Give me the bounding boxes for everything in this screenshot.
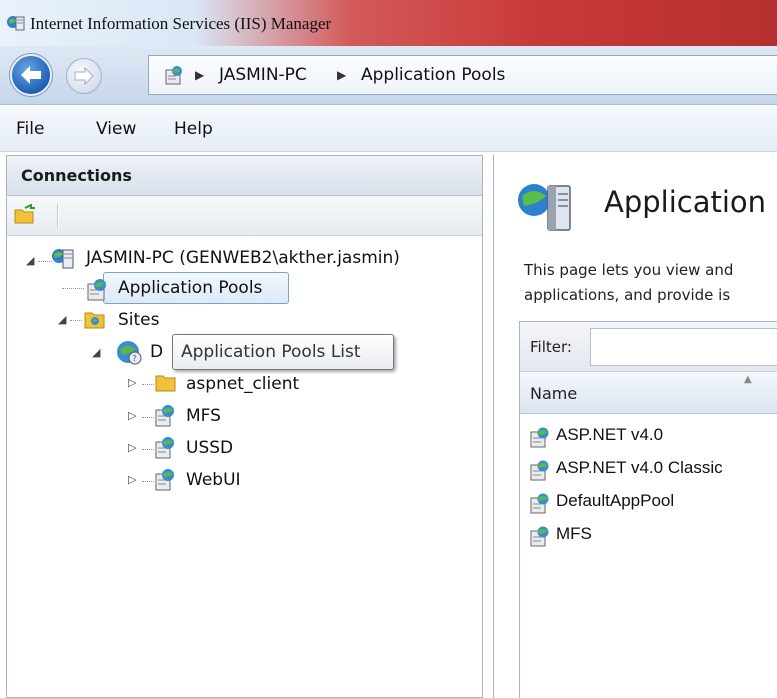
forward-arrow-icon — [74, 66, 94, 86]
filter-label: Filter: — [530, 338, 572, 356]
app-pools-list: Filter: ▲ Name ASP.NET v4.0 ASP.NET v4.0… — [519, 321, 777, 698]
filter-bar: Filter: — [520, 322, 777, 372]
pool-name: DefaultAppPool — [556, 491, 675, 510]
tree-sites[interactable]: Sites — [118, 310, 160, 330]
app-pool-icon — [528, 491, 552, 519]
breadcrumb-app-pools[interactable]: Application Pools — [361, 65, 505, 85]
collapse-arrow-icon[interactable]: ◢ — [26, 254, 34, 267]
back-arrow-icon — [21, 66, 41, 84]
connections-pane: Connections — [6, 155, 483, 698]
page-description-line2: applications, and provide is — [524, 286, 731, 304]
forward-button[interactable] — [66, 58, 102, 94]
pool-name: ASP.NET v4.0 Classic — [556, 458, 723, 477]
folder-icon — [154, 372, 178, 398]
tree-line — [62, 288, 84, 289]
collapse-arrow-icon[interactable]: ◢ — [58, 313, 66, 326]
menu-file[interactable]: File — [16, 119, 44, 139]
website-globe-icon: ? — [114, 338, 144, 370]
pool-name: MFS — [556, 524, 592, 543]
content-pane: Application This page lets you view and … — [493, 155, 777, 698]
web-application-icon — [152, 434, 178, 464]
address-bar: ▶ JASMIN-PC ▶ Application Pools — [0, 46, 777, 105]
menu-bar: File View Help — [0, 106, 777, 152]
app-pools-feature-icon — [514, 180, 578, 238]
tree-default-site[interactable]: D — [150, 342, 163, 362]
server-icon — [50, 246, 76, 274]
open-connection-icon[interactable] — [13, 203, 37, 230]
tree-child-mfs[interactable]: MFS — [186, 406, 221, 426]
app-pool-icon — [84, 276, 110, 306]
back-button[interactable] — [10, 54, 52, 96]
web-application-icon — [152, 402, 178, 432]
toolbar-divider — [57, 204, 59, 228]
tree-child-ussd[interactable]: USSD — [186, 438, 233, 458]
web-application-icon — [152, 466, 178, 496]
connections-header: Connections — [7, 156, 482, 196]
window-title: Internet Information Services (IIS) Mana… — [30, 14, 332, 33]
breadcrumb-separator-icon: ▶ — [195, 68, 205, 82]
column-header-name[interactable]: ▲ Name — [520, 372, 777, 414]
expand-arrow-icon[interactable]: ▷ — [128, 441, 136, 454]
tree-line — [142, 384, 154, 385]
expand-arrow-icon[interactable]: ▷ — [128, 409, 136, 422]
tree-app-pools-label: Application Pools — [118, 278, 263, 298]
page-description-line1: This page lets you view and — [524, 261, 734, 279]
iis-app-icon — [6, 14, 26, 36]
expand-arrow-icon[interactable]: ▷ — [128, 376, 136, 389]
collapse-arrow-icon[interactable]: ◢ — [92, 346, 100, 359]
breadcrumb[interactable]: ▶ JASMIN-PC ▶ Application Pools — [148, 55, 777, 95]
app-pool-icon — [528, 425, 552, 453]
filter-input[interactable] — [590, 328, 777, 366]
menu-help[interactable]: Help — [174, 119, 213, 139]
connections-toolbar — [7, 196, 482, 236]
menu-view[interactable]: View — [96, 119, 136, 139]
tree-child-aspnet-client[interactable]: aspnet_client — [186, 374, 299, 394]
app-pool-icon — [528, 458, 552, 486]
tooltip: Application Pools List — [172, 334, 394, 370]
breadcrumb-separator-icon: ▶ — [337, 68, 347, 82]
tree-child-webui[interactable]: WebUI — [186, 470, 241, 490]
column-header-label: Name — [530, 384, 578, 403]
tree-server[interactable]: JASMIN-PC (GENWEB2\akther.jasmin) — [86, 248, 400, 268]
page-title: Application — [604, 185, 767, 219]
svg-text:?: ? — [133, 354, 137, 363]
app-pool-icon — [528, 524, 552, 552]
breadcrumb-server[interactable]: JASMIN-PC — [219, 65, 307, 85]
title-bar: Internet Information Services (IIS) Mana… — [0, 0, 777, 46]
connections-title: Connections — [21, 166, 132, 185]
app-pool-icon — [163, 64, 185, 90]
expand-arrow-icon[interactable]: ▷ — [128, 473, 136, 486]
pool-name: ASP.NET v4.0 — [556, 425, 664, 444]
sites-folder-icon — [82, 307, 108, 335]
sort-ascending-icon: ▲ — [744, 374, 752, 385]
tree-line — [70, 320, 82, 321]
